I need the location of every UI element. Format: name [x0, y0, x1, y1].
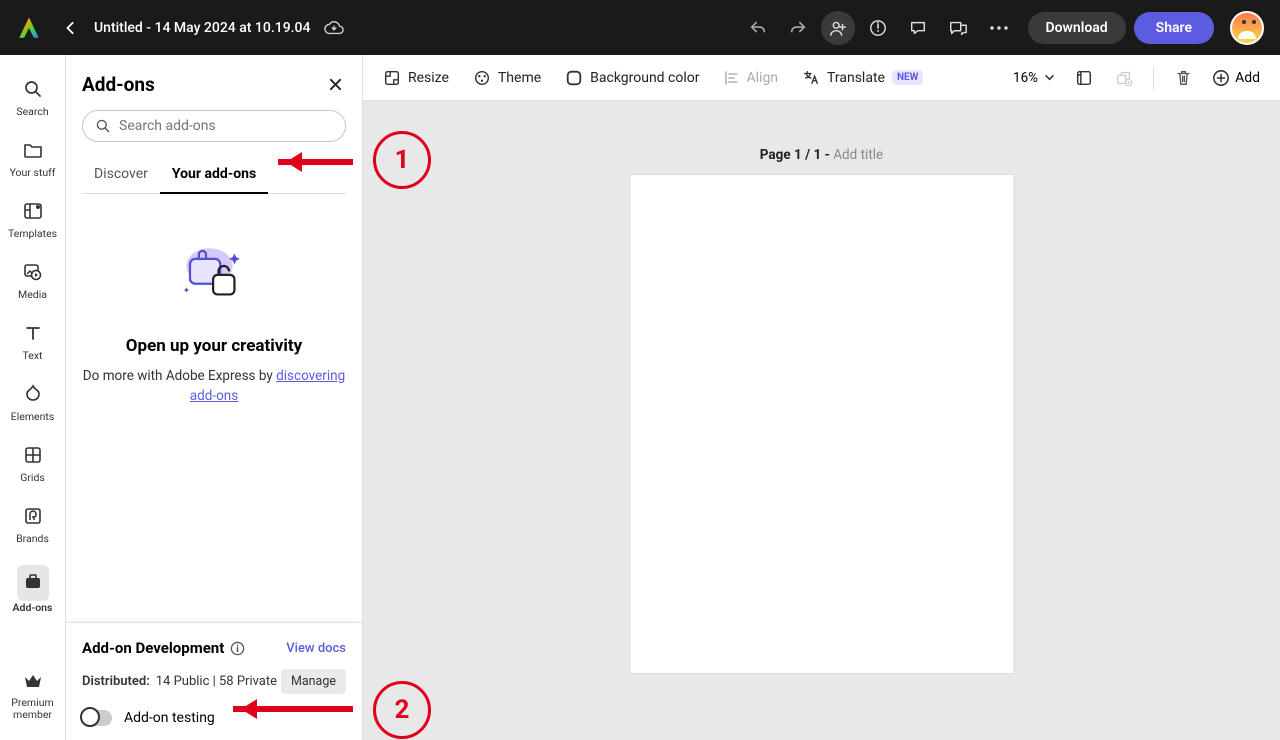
- distributed-label: Distributed:: [82, 674, 150, 689]
- delete-button[interactable]: [1172, 67, 1194, 89]
- comment-button[interactable]: [901, 11, 935, 45]
- canvas-area: Resize Theme Background color Align Tran…: [363, 55, 1280, 740]
- share-button[interactable]: Share: [1134, 12, 1214, 44]
- undo-button[interactable]: [741, 11, 775, 45]
- premium-icon: [21, 669, 45, 693]
- rail-elements-label: Elements: [11, 410, 55, 423]
- document-title[interactable]: Untitled - 14 May 2024 at 10.19.04: [94, 20, 310, 36]
- page-canvas[interactable]: [630, 175, 1013, 673]
- info-icon[interactable]: [230, 641, 245, 656]
- folder-icon: [21, 138, 45, 162]
- rail-addons[interactable]: Add-ons: [0, 557, 65, 626]
- present-button[interactable]: [941, 11, 975, 45]
- search-icon: [21, 77, 45, 101]
- rail-your-stuff[interactable]: Your stuff: [0, 130, 65, 191]
- elements-icon: [21, 382, 45, 406]
- rail-search-label: Search: [16, 105, 48, 118]
- rail-search[interactable]: Search: [0, 69, 65, 130]
- view-docs-link[interactable]: View docs: [286, 641, 346, 656]
- add-page-button[interactable]: Add: [1212, 69, 1260, 87]
- rail-text-label: Text: [23, 349, 43, 362]
- rail-premium-label2: member: [13, 709, 52, 722]
- media-icon: [21, 260, 45, 284]
- align-tool: Align: [724, 70, 779, 86]
- help-button[interactable]: [861, 11, 895, 45]
- rail-addons-label: Add-ons: [13, 601, 53, 614]
- more-menu[interactable]: [984, 26, 1014, 30]
- invite-button[interactable]: [821, 11, 855, 45]
- annotation-arrow-1: [278, 159, 353, 165]
- rail-media-label: Media: [18, 288, 47, 301]
- addon-development-section: Add-on Development View docs Distributed…: [66, 622, 362, 740]
- download-button[interactable]: Download: [1028, 12, 1126, 44]
- close-panel-button[interactable]: [324, 74, 346, 96]
- addon-testing-label: Add-on testing: [124, 710, 215, 726]
- theme-tool[interactable]: Theme: [473, 69, 541, 87]
- rail-templates[interactable]: Templates: [0, 191, 65, 252]
- topbar: Untitled - 14 May 2024 at 10.19.04 Downl…: [0, 0, 1280, 55]
- dev-title: Add-on Development: [82, 639, 245, 657]
- back-button[interactable]: [60, 17, 82, 39]
- annotation-2: 2: [373, 681, 431, 739]
- rail-brands-label: Brands: [16, 532, 49, 545]
- translate-tool[interactable]: TranslateNEW: [802, 69, 923, 87]
- manage-button[interactable]: Manage: [281, 669, 346, 694]
- user-avatar[interactable]: [1230, 11, 1264, 45]
- tab-your-addons[interactable]: Your add-ons: [160, 158, 268, 194]
- brands-icon: [21, 504, 45, 528]
- addons-icon: [21, 569, 45, 593]
- tab-discover[interactable]: Discover: [82, 158, 160, 193]
- distributed-value: 14 Public | 58 Private: [156, 674, 277, 689]
- page-label[interactable]: Page 1 / 1 - Add title: [760, 147, 883, 163]
- addon-testing-toggle[interactable]: [82, 710, 112, 726]
- rail-templates-label: Templates: [8, 227, 57, 240]
- rail-your-stuff-label: Your stuff: [10, 166, 56, 179]
- empty-text: Do more with Adobe Express by discoverin…: [82, 366, 346, 407]
- resize-tool[interactable]: Resize: [383, 69, 449, 87]
- search-icon: [95, 118, 111, 134]
- zoom-control[interactable]: 16%: [1013, 70, 1055, 86]
- text-icon: [21, 321, 45, 345]
- rail-elements[interactable]: Elements: [0, 374, 65, 435]
- left-rail: Search Your stuff Templates Media Text E…: [0, 55, 66, 740]
- annotation-arrow-2: [233, 706, 353, 712]
- panel-title: Add-ons: [82, 73, 155, 96]
- rail-premium[interactable]: Premiummember: [0, 661, 65, 740]
- addons-search-input[interactable]: [119, 118, 333, 134]
- rail-grids-label: Grids: [20, 471, 45, 484]
- empty-heading: Open up your creativity: [126, 336, 302, 356]
- duplicate-button: [1113, 67, 1135, 89]
- empty-state: Open up your creativity Do more with Ado…: [82, 218, 346, 407]
- app-logo[interactable]: [16, 15, 42, 41]
- annotation-1: 1: [373, 131, 431, 189]
- rail-media[interactable]: Media: [0, 252, 65, 313]
- toolbar: Resize Theme Background color Align Tran…: [363, 55, 1280, 101]
- redo-button[interactable]: [781, 11, 815, 45]
- bgcolor-tool[interactable]: Background color: [565, 69, 699, 87]
- rail-brands[interactable]: Brands: [0, 496, 65, 557]
- layers-button[interactable]: [1073, 67, 1095, 89]
- templates-icon: [21, 199, 45, 223]
- canvas-background[interactable]: Page 1 / 1 - Add title 1 2: [363, 101, 1280, 740]
- grids-icon: [21, 443, 45, 467]
- empty-illustration: [174, 234, 254, 314]
- rail-grids[interactable]: Grids: [0, 435, 65, 496]
- rail-text[interactable]: Text: [0, 313, 65, 374]
- addons-search[interactable]: [82, 110, 346, 142]
- cloud-sync-icon[interactable]: [324, 18, 344, 38]
- addons-panel: Add-ons Discover Your add-ons Open up yo…: [66, 55, 363, 740]
- new-badge: NEW: [892, 70, 923, 85]
